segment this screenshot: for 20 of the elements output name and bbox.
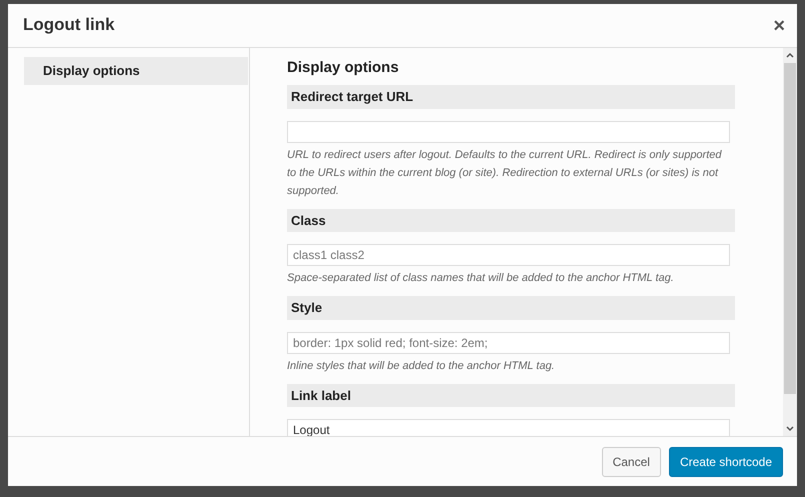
scrollbar[interactable] bbox=[783, 48, 797, 436]
field-label: Style bbox=[287, 296, 735, 320]
field-label: Link label bbox=[287, 384, 735, 407]
scroll-up-icon[interactable] bbox=[786, 52, 794, 58]
field-label: Class bbox=[287, 208, 735, 232]
input-field[interactable]: border: 1px solid red; font-size: 2em; bbox=[287, 332, 730, 354]
dialog-title: Logout link bbox=[23, 15, 115, 36]
scrollbar-thumb[interactable] bbox=[784, 63, 796, 394]
help-text: Space-separated list of class names that will be added to the anchor HTML tag. bbox=[287, 271, 675, 286]
help-text: Inline styles that will be added to the anchor HTML tag. bbox=[287, 358, 556, 374]
create-button[interactable]: Create shortcode bbox=[668, 446, 783, 476]
help-text: URL to redirect users after logout. Defaults to the current URL. Redirect is only supported to the URLs within the current blog (or site). Redirection to external URLs (or sites) is not supported. bbox=[287, 148, 723, 198]
input-field[interactable]: class1 class2 bbox=[287, 244, 730, 266]
sidebar-tab[interactable]: Display options bbox=[24, 57, 248, 84]
scroll-down-icon[interactable] bbox=[786, 426, 794, 432]
cancel-button[interactable]: Cancel bbox=[602, 446, 661, 476]
input-field[interactable] bbox=[287, 120, 730, 142]
close-button[interactable]: × bbox=[769, 16, 789, 36]
section-heading: Display options bbox=[287, 59, 400, 77]
field-label: Redirect target URL bbox=[287, 85, 735, 108]
